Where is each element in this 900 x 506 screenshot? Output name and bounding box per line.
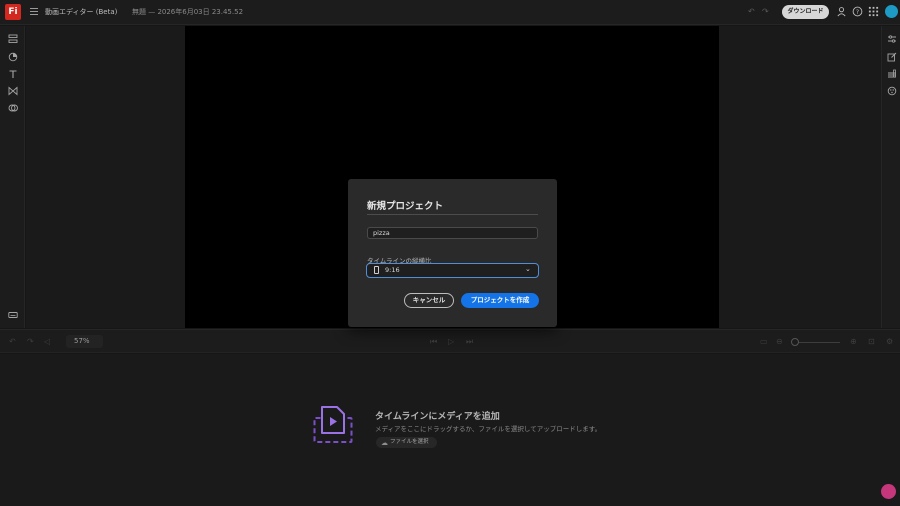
aspect-ratio-value: 9:16 xyxy=(385,266,400,274)
adjust-icon[interactable] xyxy=(887,34,897,44)
apps-grid-icon[interactable] xyxy=(868,6,879,17)
transitions-icon[interactable] xyxy=(8,86,18,96)
settings-icon[interactable]: ⚙ xyxy=(886,337,895,346)
top-bar: Fi 動画エディター (Beta) 無題 — 2026年6月03日 23.45.… xyxy=(0,0,900,25)
shapes-icon[interactable] xyxy=(8,52,18,62)
dialog-title: 新規プロジェクト xyxy=(367,201,444,212)
app-title: 動画エディター (Beta) xyxy=(45,8,118,16)
audio-icon[interactable] xyxy=(887,69,897,79)
help-icon[interactable]: ? xyxy=(852,6,863,17)
aspect-ratio-select[interactable]: 9:16 ⌄ xyxy=(366,263,539,278)
create-project-button[interactable]: プロジェクトを作成 xyxy=(461,293,539,308)
cloud-upload-icon: ☁ xyxy=(381,439,388,447)
document-title[interactable]: 無題 — 2026年6月03日 23.45.52 xyxy=(132,7,243,17)
cancel-button[interactable]: キャンセル xyxy=(404,293,454,308)
undo-icon[interactable]: ↶ xyxy=(748,7,757,16)
empty-timeline-subtitle: メディアをここにドラッグするか、ファイルを選択してアップロードします。 xyxy=(375,425,602,433)
add-media-icon xyxy=(313,406,353,443)
app-logo[interactable]: Fi xyxy=(5,4,21,20)
zoom-in-icon[interactable]: ⊕ xyxy=(850,337,859,346)
download-button[interactable]: ダウンロード xyxy=(782,5,829,19)
select-file-button[interactable]: ☁ ファイルを選択 xyxy=(376,437,437,448)
zoom-slider-track[interactable] xyxy=(795,342,840,343)
user-icon[interactable] xyxy=(836,6,847,17)
fit-icon[interactable]: ⊡ xyxy=(868,337,877,346)
select-file-label: ファイルを選択 xyxy=(390,439,429,445)
zoom-out-icon[interactable]: ⊖ xyxy=(776,337,785,346)
skip-forward-icon[interactable]: ⏭ xyxy=(466,337,475,346)
svg-text:?: ? xyxy=(856,8,859,16)
zoom-slider-handle[interactable] xyxy=(791,338,799,346)
caption-icon[interactable]: ▭ xyxy=(760,337,769,346)
portrait-phone-icon xyxy=(374,266,379,274)
timeline-toolbar: ↶ ↷ ◁ 57% ⏮ ▷ ⏭ ▭ ⊖ ⊕ ⊡ ⚙ xyxy=(0,329,900,353)
color-icon[interactable] xyxy=(887,86,897,96)
media-icon[interactable] xyxy=(8,103,18,113)
project-name-input[interactable] xyxy=(367,227,538,239)
new-project-dialog: 新規プロジェクト タイムラインの縦横比 9:16 ⌄ キャンセル プロジェクトを… xyxy=(348,179,557,327)
chevron-down-icon: ⌄ xyxy=(525,265,531,273)
play-icon[interactable]: ▷ xyxy=(448,337,457,346)
left-toolbar xyxy=(0,26,25,328)
empty-timeline-title: タイムラインにメディアを追加 xyxy=(375,412,500,422)
skip-back-icon[interactable]: ⏮ xyxy=(430,337,439,346)
right-toolbar xyxy=(881,26,900,328)
keyboard-icon[interactable] xyxy=(8,310,18,320)
help-chat-button[interactable] xyxy=(881,484,896,499)
text-icon[interactable] xyxy=(8,69,18,79)
zoom-level[interactable]: 57% xyxy=(66,335,103,348)
layers-icon[interactable] xyxy=(8,34,18,44)
hamburger-menu-icon[interactable] xyxy=(30,6,38,16)
timeline-undo-icon[interactable]: ↶ xyxy=(9,337,18,346)
split-icon[interactable]: ◁ xyxy=(44,337,53,346)
avatar[interactable] xyxy=(885,5,898,18)
dialog-divider xyxy=(367,214,538,215)
redo-icon[interactable]: ↷ xyxy=(762,7,771,16)
timeline-redo-icon[interactable]: ↷ xyxy=(27,337,36,346)
edit-icon[interactable] xyxy=(887,52,897,62)
